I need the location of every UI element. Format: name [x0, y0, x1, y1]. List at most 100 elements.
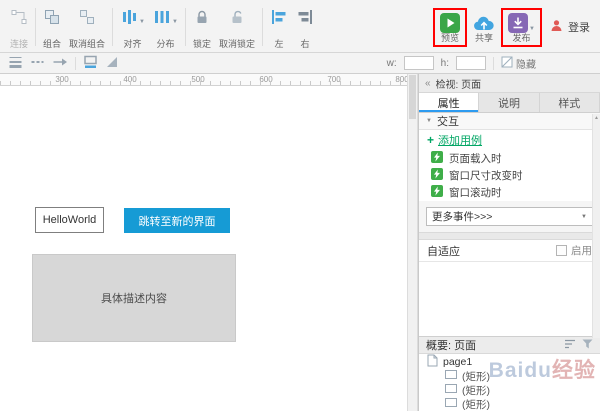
tree-item-label: (矩形) [462, 383, 490, 398]
tree-item-rectangle[interactable]: (矩形) [419, 397, 600, 411]
lock-button[interactable]: 锁定 [189, 3, 215, 51]
align-label: 对齐 [124, 39, 142, 49]
tab-style[interactable]: 样式 [540, 93, 600, 112]
hide-icon [501, 56, 513, 71]
chevron-down-icon: ▼ [139, 18, 145, 26]
chevron-down-icon: ▼ [172, 18, 178, 26]
more-events-dropdown[interactable]: 更多事件>>> ▼ [426, 207, 593, 226]
preview-button[interactable]: 预览 [436, 10, 464, 45]
tree-item-rectangle[interactable]: (矩形) [419, 383, 600, 397]
align-right-icon [296, 6, 314, 26]
align-icon: ▼ [120, 6, 145, 26]
unlock-label: 取消锁定 [219, 39, 255, 49]
adaptive-label: 自适应 [427, 243, 460, 259]
interaction-section-label: 交互 [437, 113, 459, 129]
tree-item-page1[interactable]: page1 [419, 354, 600, 369]
align-right-button[interactable]: 右 [292, 3, 318, 51]
line-weight-icon[interactable] [8, 55, 23, 72]
enable-checkbox[interactable] [556, 245, 567, 256]
publish-download-icon: ▼ [508, 13, 535, 33]
rectangle-icon [445, 398, 457, 410]
tree-item-label: (矩形) [462, 369, 490, 384]
tab-properties[interactable]: 属性 [419, 93, 479, 112]
main-toolbar: 连接 组合 取消组合 ▼ 对齐 ▼ [0, 0, 600, 53]
page-icon [427, 354, 438, 370]
sort-icon[interactable] [564, 339, 576, 352]
tree-item-label: (矩形) [462, 397, 490, 412]
canvas-column: 300 400 500 600 700 800 HelloWorld 跳转至新的… [0, 74, 407, 411]
align-left-button[interactable]: 左 [266, 3, 292, 51]
main-area: 300 400 500 600 700 800 HelloWorld 跳转至新的… [0, 74, 600, 411]
canvas-vertical-scrollbar[interactable] [407, 74, 418, 411]
align-left-icon [270, 6, 288, 26]
line-style-icon[interactable] [30, 55, 45, 72]
enable-label: 启用 [571, 243, 592, 258]
event-window-resize[interactable]: 窗口尺寸改变时 [431, 167, 600, 184]
description-box-widget[interactable]: 具体描述内容 [32, 254, 236, 342]
event-window-scroll[interactable]: 窗口滚动时 [431, 184, 600, 201]
connector-icon [10, 6, 28, 26]
toolbar-separator [35, 8, 36, 46]
lock-label: 锁定 [193, 39, 211, 49]
annotation-box-preview: 预览 [433, 8, 467, 47]
ungroup-label: 取消组合 [69, 39, 105, 49]
toolbar-separator [262, 8, 263, 46]
toolbar-separator [112, 8, 113, 46]
collapse-panel-icon[interactable]: « [425, 78, 431, 89]
login-button[interactable]: 登录 [543, 18, 596, 36]
chevron-down-icon: ▼ [581, 214, 587, 220]
tab-notes[interactable]: 说明 [479, 93, 539, 112]
distribute-button[interactable]: ▼ 分布 [149, 3, 182, 51]
hide-toggle[interactable]: 隐藏 [501, 56, 536, 71]
scrollbar-thumb[interactable] [409, 75, 416, 119]
event-label: 窗口滚动时 [449, 185, 502, 200]
preview-play-icon [440, 13, 460, 33]
height-field-label: h: [441, 58, 449, 69]
event-case-icon [431, 151, 443, 166]
ungroup-icon [78, 6, 96, 26]
unlock-button[interactable]: 取消锁定 [215, 3, 259, 51]
event-case-icon [431, 185, 443, 200]
share-button[interactable]: 共享 [468, 10, 500, 45]
hello-world-widget[interactable]: HelloWorld [35, 207, 104, 233]
toolbar-separator [75, 57, 76, 70]
plus-icon: + [427, 133, 434, 147]
height-field[interactable] [456, 56, 486, 70]
inspector-tabs: 属性 说明 样式 [419, 93, 600, 113]
filter-icon[interactable] [582, 339, 593, 352]
interaction-section-header[interactable]: ▼ 交互 [419, 113, 600, 130]
group-label: 组合 [43, 39, 61, 49]
event-list: 页面载入时 窗口尺寸改变时 窗口滚动时 [419, 150, 600, 201]
align-button[interactable]: ▼ 对齐 [116, 3, 149, 51]
inspector-panel: « 检视: 页面 属性 说明 样式 ▼ 交互 + 添加用例 [418, 74, 600, 411]
border-color-icon[interactable] [83, 55, 98, 72]
add-case-link[interactable]: 添加用例 [438, 132, 482, 148]
unlock-icon [228, 6, 246, 26]
scroll-up-icon[interactable]: ▲ [593, 114, 600, 122]
jump-button-widget[interactable]: 跳转至新的界面 [124, 208, 230, 233]
axure-window: 连接 组合 取消组合 ▼ 对齐 ▼ [0, 0, 600, 413]
ungroup-button[interactable]: 取消组合 [65, 3, 109, 51]
adaptive-row: 自适应 启用 [419, 240, 600, 262]
toolbar-right-cluster: 预览 共享 ▼ 发布 [432, 3, 596, 51]
distribute-label: 分布 [156, 39, 174, 49]
corner-icon[interactable] [105, 55, 119, 72]
rectangle-icon [445, 384, 457, 396]
publish-button[interactable]: ▼ 发布 [504, 10, 539, 45]
distribute-icon: ▼ [153, 6, 178, 26]
event-page-load[interactable]: 页面载入时 [431, 150, 600, 167]
width-field[interactable] [404, 56, 434, 70]
width-field-label: w: [387, 58, 397, 69]
connector-tool-button[interactable]: 连接 [6, 3, 32, 51]
tree-item-rectangle[interactable]: (矩形) [419, 369, 600, 383]
design-canvas[interactable]: HelloWorld 跳转至新的界面 具体描述内容 [0, 86, 407, 411]
rectangle-icon [445, 370, 457, 382]
share-cloud-icon [472, 13, 496, 33]
annotation-box-publish: ▼ 发布 [501, 8, 542, 47]
panel-scrollbar[interactable]: ▲ [592, 114, 600, 338]
lock-icon [193, 6, 211, 26]
arrow-style-icon[interactable] [52, 55, 68, 72]
preview-label: 预览 [441, 33, 459, 43]
group-button[interactable]: 组合 [39, 3, 65, 51]
outline-title: 概要: 页面 [426, 337, 476, 353]
